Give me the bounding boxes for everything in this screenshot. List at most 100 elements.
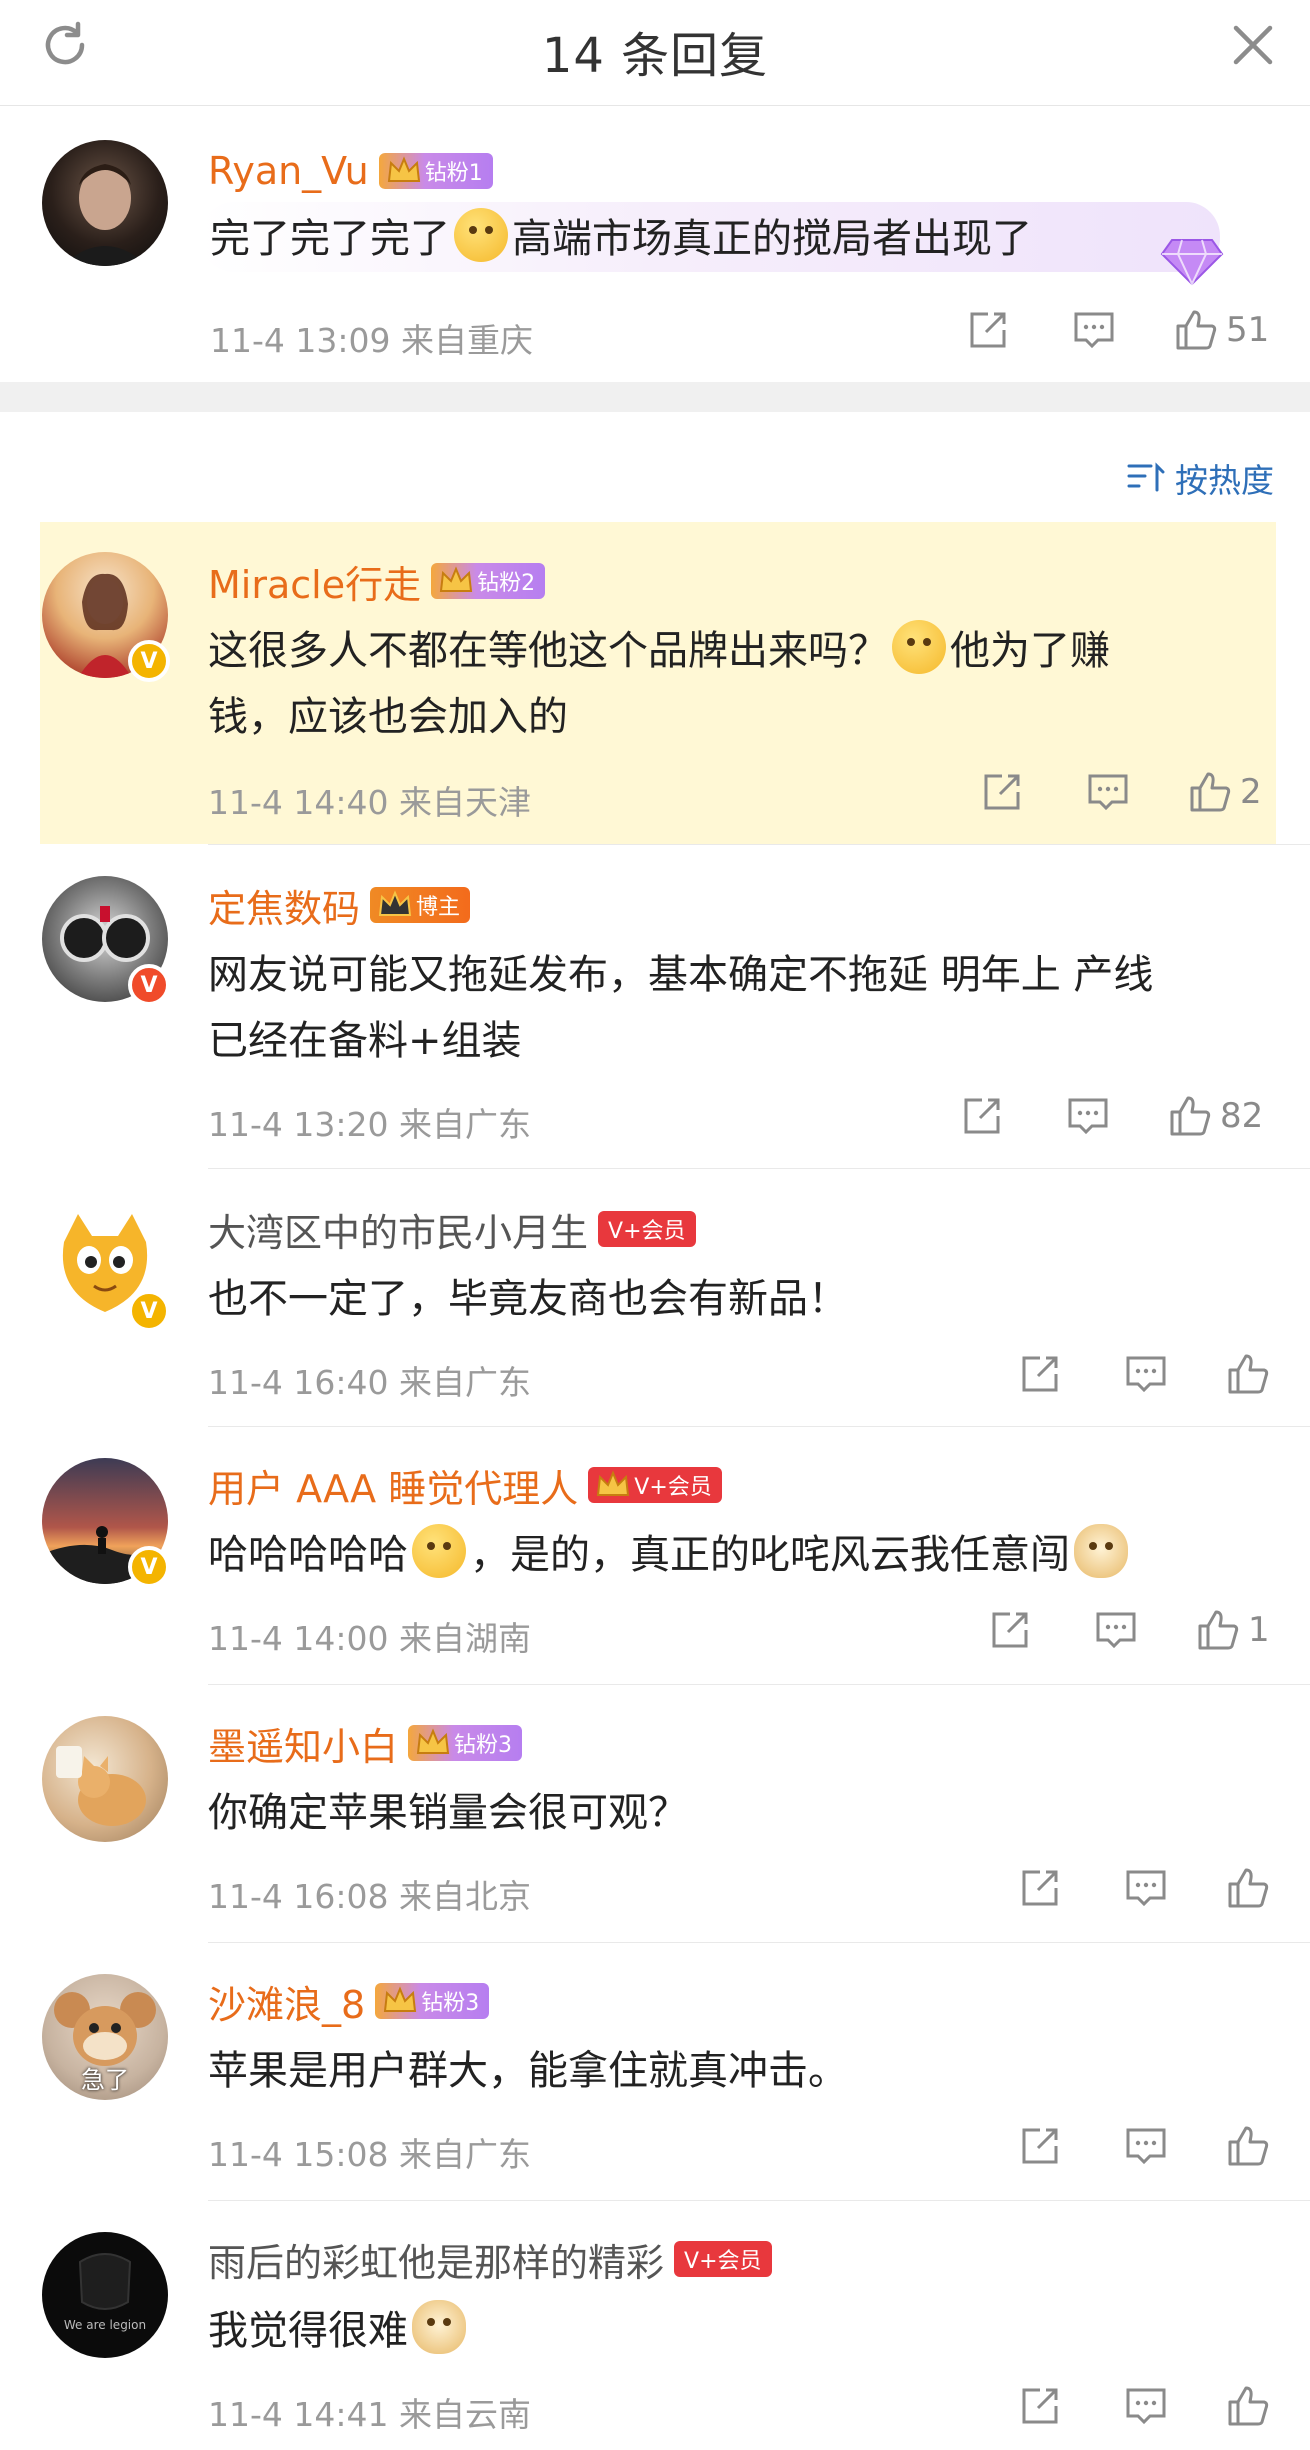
action-bar xyxy=(0,2124,1310,2174)
name-row: Ryan_Vu 钻粉1 xyxy=(208,146,493,196)
vip-badge: V+会员 xyxy=(598,1211,696,1247)
comment-button[interactable] xyxy=(1066,1094,1110,1138)
action-bar: 51 xyxy=(0,308,1310,358)
comment-text: 网友说可能又拖延发布，基本确定不拖延 明年上 产线 xyxy=(208,952,1154,998)
username[interactable]: 定焦数码 xyxy=(208,878,360,933)
comment-text-b: ，是的，真正的叱咤风云我任意闯 xyxy=(470,1532,1070,1578)
like-button[interactable]: 82 xyxy=(1168,1094,1263,1138)
share-button[interactable] xyxy=(1018,2124,1062,2168)
username[interactable]: Ryan_Vu xyxy=(208,149,369,193)
fan-level: 钻粉2 xyxy=(477,571,536,596)
like-button[interactable] xyxy=(1226,2384,1270,2428)
divider xyxy=(208,1168,1310,1169)
fan-badge: 钻粉3 xyxy=(375,1983,490,2019)
avatar[interactable]: 急了 xyxy=(42,1974,168,2100)
share-button[interactable] xyxy=(966,308,1010,352)
share-icon xyxy=(984,774,1020,810)
crown-icon xyxy=(597,1470,630,1496)
divider xyxy=(208,844,1310,845)
fan-badge: 钻粉3 xyxy=(408,1725,523,1761)
comment-button[interactable] xyxy=(1094,1608,1138,1652)
comment-text: 哈哈哈哈哈 ，是的，真正的叱咤风云我任意闯 xyxy=(208,1522,1132,1588)
fan-level: 钻粉3 xyxy=(421,1991,480,2016)
verified-badge-icon: V xyxy=(128,1290,170,1332)
comment-text-a: 我觉得很难 xyxy=(208,2308,408,2354)
like-button[interactable] xyxy=(1226,1352,1270,1396)
like-count: 82 xyxy=(1220,1096,1264,1136)
comment-text: 也不一定了，毕竟友商也会有新品！ xyxy=(208,1276,848,1322)
like-button[interactable] xyxy=(1226,2124,1270,2168)
share-button[interactable] xyxy=(988,1608,1032,1652)
comment-icon xyxy=(1126,1870,1166,1907)
share-button[interactable] xyxy=(1018,1352,1062,1396)
comment-button[interactable] xyxy=(1072,308,1116,352)
avatar[interactable] xyxy=(42,140,168,266)
username[interactable]: 墨遥知小白 xyxy=(208,1716,398,1771)
sort-icon xyxy=(1127,462,1165,492)
fan-level: 钻粉3 xyxy=(454,1733,513,1758)
avatar[interactable] xyxy=(42,1716,168,1842)
thumbs-up-icon xyxy=(1228,2126,1269,2166)
like-count: 2 xyxy=(1240,772,1262,812)
comment-text: 这很多人不都在等他这个品牌出来吗？ 他为了赚 xyxy=(208,618,1110,684)
action-bar: 2 xyxy=(0,770,1310,820)
username[interactable]: Miracle行走 xyxy=(208,554,421,609)
comment-icon xyxy=(1068,1098,1108,1135)
comment-button[interactable] xyxy=(1124,1866,1168,1910)
comment-icon xyxy=(1126,2128,1166,2165)
comment-icon xyxy=(1074,312,1114,349)
share-icon xyxy=(1022,2388,1058,2424)
laugh-cry-emoji-icon xyxy=(892,620,946,674)
comment-button[interactable] xyxy=(1124,2124,1168,2168)
action-bar xyxy=(0,1866,1310,1916)
like-button[interactable]: 1 xyxy=(1196,1608,1270,1652)
name-row: 雨后的彩虹他是那样的精彩 V+会员 xyxy=(208,2232,772,2287)
share-button[interactable] xyxy=(1018,2384,1062,2428)
comment-text-line2: 钱，应该也会加入的 xyxy=(208,694,568,740)
comment-button[interactable] xyxy=(1086,770,1130,814)
divider xyxy=(208,2200,1310,2201)
diamond-icon xyxy=(1160,239,1224,287)
crown-icon xyxy=(384,1986,417,2012)
thumbs-up-icon xyxy=(1228,2386,1269,2426)
fan-badge: 钻粉1 xyxy=(378,153,493,189)
close-icon[interactable] xyxy=(1226,18,1280,72)
blogger-label: 博主 xyxy=(416,895,461,920)
share-button[interactable] xyxy=(960,1094,1004,1138)
share-button[interactable] xyxy=(980,770,1024,814)
comment-text: 你确定苹果销量会很可观？ xyxy=(208,1790,688,1836)
share-button[interactable] xyxy=(1018,1866,1062,1910)
comment-button[interactable] xyxy=(1124,2384,1168,2428)
avatar-portrait-icon xyxy=(62,164,148,266)
thumbs-up-icon xyxy=(1190,772,1231,812)
like-count: 51 xyxy=(1226,310,1270,350)
comment-icon xyxy=(1096,1612,1136,1649)
comment-button[interactable] xyxy=(1124,1352,1168,1396)
like-button[interactable]: 2 xyxy=(1188,770,1262,814)
action-bar: 1 xyxy=(0,1608,1310,1658)
share-icon xyxy=(992,1612,1028,1648)
comment-text: 完了完了完了 高端市场真正的搅局者出现了 xyxy=(210,206,1032,272)
doge-emoji-icon xyxy=(1074,1524,1128,1578)
username[interactable]: 沙滩浪_8 xyxy=(208,1974,365,2029)
crown-icon xyxy=(416,1728,450,1754)
username[interactable]: 用户 AAA 睡觉代理人 xyxy=(208,1458,578,1513)
thumbs-up-icon xyxy=(1198,1610,1239,1650)
doge-emoji-icon xyxy=(412,2300,466,2354)
comment-text-a: 完了完了完了 xyxy=(210,216,450,262)
comment-icon xyxy=(1126,2388,1166,2425)
sort-button[interactable]: 按热度 xyxy=(1127,454,1274,502)
divider xyxy=(208,1684,1310,1685)
share-icon xyxy=(970,312,1006,348)
avatar-caption: We are legion xyxy=(63,2318,147,2332)
action-bar xyxy=(0,2384,1310,2434)
username[interactable]: 大湾区中的市民小月生 xyxy=(208,1202,588,1257)
username[interactable]: 雨后的彩虹他是那样的精彩 xyxy=(208,2232,664,2287)
like-button[interactable] xyxy=(1226,1866,1270,1910)
verified-badge-icon: V xyxy=(128,640,170,682)
vip-label: V+会员 xyxy=(634,1475,712,1500)
avatar[interactable]: We are legion xyxy=(42,2232,168,2358)
share-icon xyxy=(1022,1356,1058,1392)
fan-level: 钻粉1 xyxy=(424,161,483,186)
like-button[interactable]: 51 xyxy=(1174,308,1269,352)
